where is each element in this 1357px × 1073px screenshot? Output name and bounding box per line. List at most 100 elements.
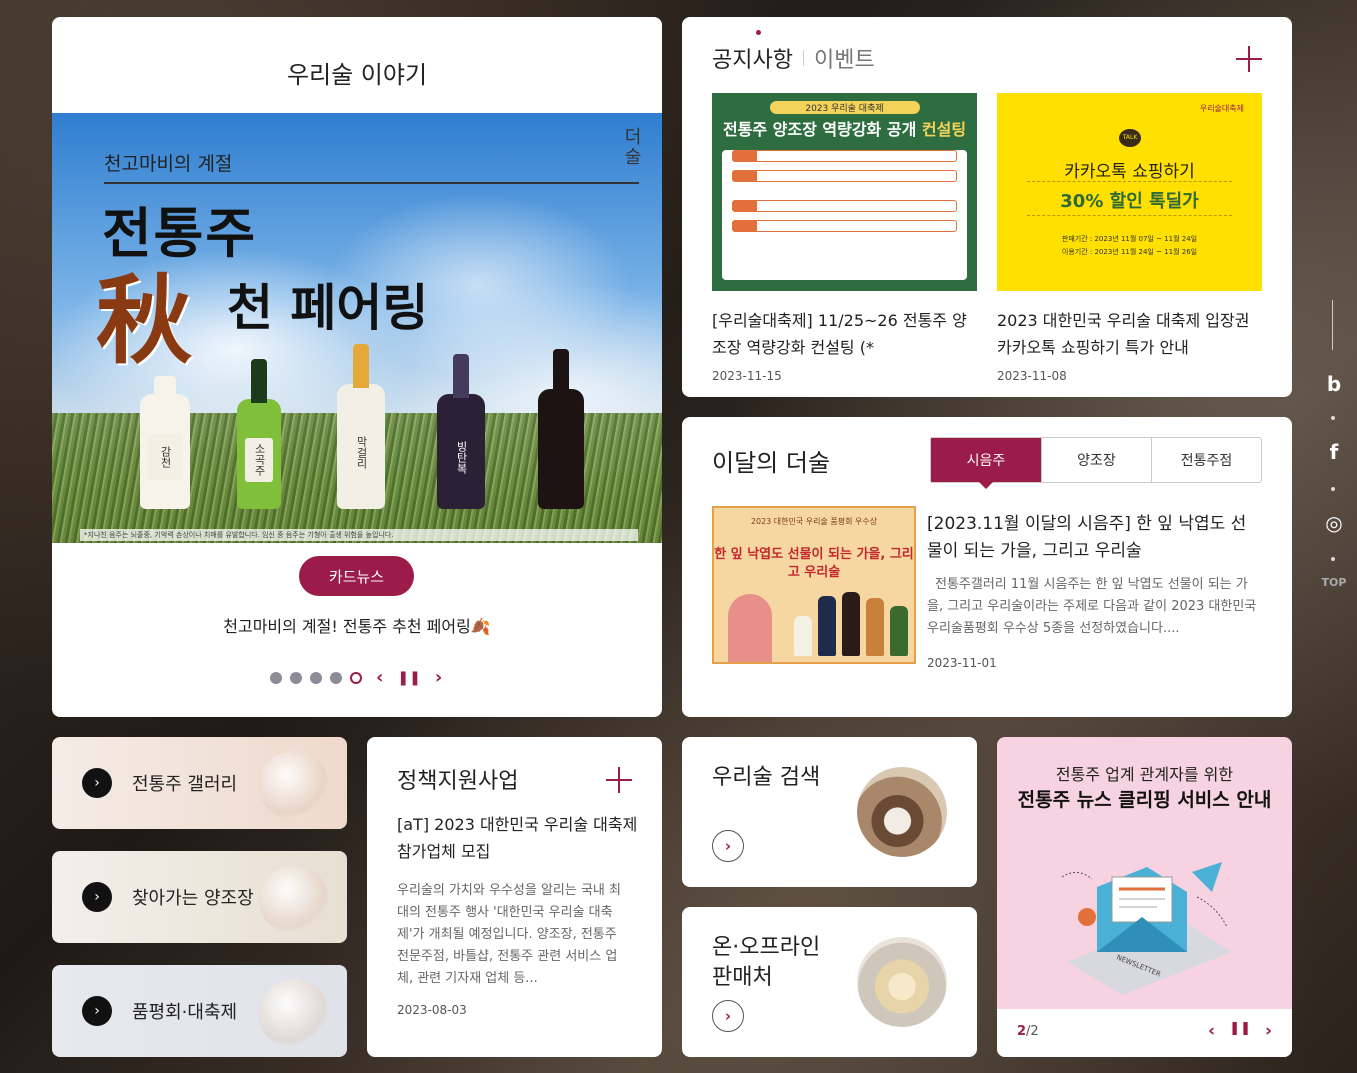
notice-tabs: 공지사항 이벤트 [712,30,875,74]
monthly-thumb[interactable]: 2023 대한민국 우리술 품평회 우수상 한 잎 낙엽도 선물이 되는 가을,… [712,506,916,664]
search-title: 우리술 검색 [712,765,821,790]
banner-autumn-char: 秋 [96,264,192,377]
kakao-talk-icon: TALK [1119,129,1141,147]
notice-more-icon[interactable] [1236,46,1262,72]
notice-title[interactable]: 2023 대한민국 우리술 대축제 입장권 카카오톡 쇼핑하기 특가 안내 [997,307,1262,361]
pager-dot-3[interactable] [310,671,322,684]
bowl-deco [259,865,329,935]
next-icon[interactable]: › [1265,1021,1272,1041]
blog-icon[interactable]: b [1324,372,1344,396]
monthly-tabs: 시음주 양조장 전통주점 [930,437,1262,483]
quick-link-label: 전통주 갤러리 [132,774,238,795]
bottles-photo [857,937,947,1027]
policy-more-icon[interactable] [606,767,632,793]
chevron-right-icon[interactable]: › [712,830,744,862]
notice-item[interactable]: 2023 우리술 대축제 전통주 양조장 역량강화 공개 컨설팅 [우리술대축제… [712,93,977,383]
notice-date: 2023-11-08 [997,369,1067,383]
notice-date: 2023-11-15 [712,369,782,383]
quick-link-festival[interactable]: › 품평회·대축제 [52,965,347,1057]
banner-headline-2: 천 페어링 [227,279,429,337]
notice-title[interactable]: [우리술대축제] 11/25~26 전통주 양조장 역량강화 컨설팅 (* [712,307,977,361]
quick-link-brewery[interactable]: › 찾아가는 양조장 [52,851,347,943]
thumb-schedule-panel [722,150,967,280]
bottles-deco [259,751,329,821]
monthly-title: 이달의 더술 [712,449,831,477]
bottle-3: 막걸리 [337,344,385,509]
monthly-desc: 전통주갤러리 11월 시음주는 한 잎 낙엽도 선물이 되는 가을, 그리고 우… [927,577,1257,636]
thumb-headline: 한 잎 낙엽도 선물이 되는 가을, 그리고 우리술 [714,547,914,580]
pager-dot-2[interactable] [290,671,302,684]
monthly-date: 2023-11-01 [927,656,997,670]
notice-item[interactable]: 우리술대축제 TALK 카카오톡 쇼핑하기 30% 할인 톡딜가 판매기간 : … [997,93,1262,383]
story-card: 우리술 이야기 천고마비의 계절 더술 전통주 秋 천 페어링 감천 소곡주 막… [52,17,662,717]
tab-brewery[interactable]: 양조장 [1041,438,1151,482]
story-title: 우리술 이야기 [286,61,428,89]
policy-date: 2023-08-03 [397,1003,467,1017]
shops-title: 온·오프라인 판매처 [712,935,821,990]
side-dot [1331,557,1335,561]
facebook-icon[interactable]: f [1324,440,1344,464]
arrow-right-icon: › [82,882,112,912]
chevron-right-icon[interactable]: › [712,1000,744,1032]
instagram-icon[interactable]: ◎ [1324,511,1344,535]
cups-deco [259,979,329,1049]
banner-disclaimer: *지나친 음주는 뇌졸중, 기억력 손상이나 치매를 유발합니다. 임신 중 음… [80,529,638,541]
newsletter-controls: ‹ ❚❚ › [1208,1021,1272,1041]
tab-event[interactable]: 이벤트 [814,42,875,74]
thumb-line-1: 카카오톡 쇼핑하기 [1064,162,1195,182]
search-card[interactable]: 우리술 검색 › [682,737,977,887]
arrow-right-icon: › [82,996,112,1026]
pager-dot-4[interactable] [330,671,342,684]
thumb-headline: 전통주 양조장 역량강화 공개 컨설팅 [722,120,967,139]
thumb-line-2: 30% 할인 톡딜가 [1060,191,1199,212]
notice-thumb-kakao: 우리술대축제 TALK 카카오톡 쇼핑하기 30% 할인 톡딜가 판매기간 : … [997,93,1262,291]
pause-icon[interactable]: ❚❚ [1229,1021,1251,1041]
pager-dot-5[interactable] [350,671,362,684]
tab-divider [802,50,804,66]
tab-notice[interactable]: 공지사항 [712,30,793,74]
newsletter-illustration [1061,862,1232,995]
policy-heading[interactable]: [aT] 2023 대한민국 우리술 대축제 참가업체 모집 [397,811,642,865]
makgeolli-photo [857,767,947,857]
bottle-5 [538,349,584,509]
thumb-person [728,594,772,662]
scroll-top-button[interactable]: TOP [1318,576,1350,589]
bottle-4: 빙탄복 [437,354,485,509]
newsletter-line-1: 전통주 업계 관계자를 위한 [1055,765,1234,784]
monthly-card: 이달의 더술 시음주 양조장 전통주점 2023 대한민국 우리술 품평회 우수… [682,417,1292,717]
pager-dot-1[interactable] [270,671,282,684]
prev-icon[interactable]: ‹ [376,667,383,688]
arrow-right-icon: › [82,768,112,798]
cardnews-tag[interactable]: 카드뉴스 [299,556,414,596]
story-pager: ‹ ❚❚ › [270,667,442,688]
bottle-1: 감천 [140,376,190,509]
policy-card: 정책지원사업 [aT] 2023 대한민국 우리술 대축제 참가업체 모집 우리… [367,737,662,1057]
side-dot [1331,487,1335,491]
newsletter-card[interactable]: 전통주 업계 관계자를 위한 전통주 뉴스 클리핑 서비스 안내 NEWSLET… [997,737,1292,1057]
thumb-award-label: 2023 대한민국 우리술 품평회 우수상 [750,517,878,526]
banner-logo: 더술 [621,127,642,167]
newsletter-footer: 2/2 ‹ ❚❚ › [997,1009,1292,1057]
prev-icon[interactable]: ‹ [1208,1021,1215,1041]
story-banner[interactable]: 천고마비의 계절 더술 전통주 秋 천 페어링 감천 소곡주 막걸리 빙탄복 *… [52,113,662,543]
thumb-brand: 우리술대축제 [1199,104,1244,113]
banner-subtitle: 천고마비의 계절 [104,149,639,184]
next-icon[interactable]: › [435,667,442,688]
side-divider [1332,300,1333,350]
quick-link-gallery[interactable]: › 전통주 갤러리 [52,737,347,829]
shops-card[interactable]: 온·오프라인 판매처 › [682,907,977,1057]
thumb-periods: 판매기간 : 2023년 11월 07일 ~ 11월 24일 이용기간 : 20… [1061,235,1198,256]
side-dot [1331,416,1335,420]
monthly-heading[interactable]: [2023.11월 이달의 시음주] 한 잎 낙엽도 선물이 되는 가을, 그리… [927,511,1257,565]
thumb-top-label: 2023 우리술 대축제 [769,101,920,114]
notice-thumb-consulting: 2023 우리술 대축제 전통주 양조장 역량강화 공개 컨설팅 [712,93,977,291]
notice-card: 공지사항 이벤트 2023 우리술 대축제 전통주 양조장 역량강화 공개 컨설… [682,17,1292,397]
pause-icon[interactable]: ❚❚ [397,670,420,686]
policy-title: 정책지원사업 [397,769,519,794]
policy-desc: 우리술의 가치와 우수성을 알리는 국내 최대의 전통주 행사 '대한민국 우리… [397,883,621,986]
tab-tasting[interactable]: 시음주 [931,438,1041,482]
story-caption[interactable]: 천고마비의 계절! 전통주 추천 페어링🍂 [52,613,662,637]
page-indicator: 2/2 [1017,1024,1039,1039]
quick-link-label: 품평회·대축제 [132,1002,238,1023]
tab-pub[interactable]: 전통주점 [1151,438,1261,482]
